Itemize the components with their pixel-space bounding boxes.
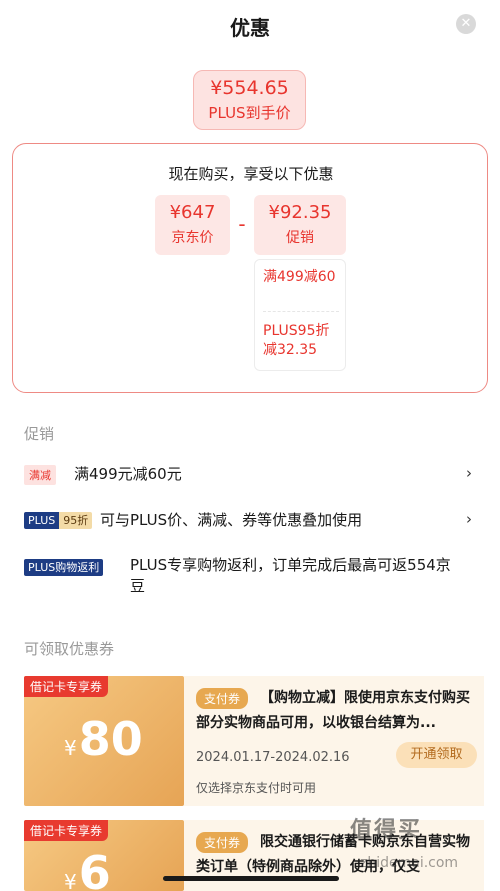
coupon-value: ¥80 xyxy=(64,712,143,766)
debit-card-badge: 借记卡专享券 xyxy=(24,820,109,841)
jd-price-box: ¥647 京东价 xyxy=(155,195,230,255)
final-price-label: PLUS到手价 xyxy=(208,104,291,122)
page-title: 优惠 xyxy=(230,16,270,40)
coupon-card: 借记卡专享券 ¥80 【购物立减】限使用京东支付购买部分实物商品可用，以收银台结… xyxy=(24,676,484,806)
coupon-value: ¥6 xyxy=(64,846,111,891)
breakdown-title: 现在购买，享受以下优惠 xyxy=(168,165,334,183)
jd-price-label: 京东价 xyxy=(171,230,214,246)
plus-rebate-tag: PLUS购物返利 xyxy=(24,559,104,576)
pay-coupon-tag: 支付券 xyxy=(196,832,249,853)
promo-amount: ¥92.35 xyxy=(268,202,332,223)
watermark-url: zhidemai.com xyxy=(360,855,459,871)
chevron-right-icon: › xyxy=(466,464,472,482)
promotions-section-label: 促销 xyxy=(24,425,55,443)
divider xyxy=(263,311,339,312)
coupon-value-panel: 借记卡专享券 ¥80 xyxy=(24,676,184,806)
coupon-value-panel: 借记卡专享券 ¥6 xyxy=(24,820,184,891)
price-breakdown: 现在购买，享受以下优惠 ¥647 京东价 - ¥92.35 促销 满499减60… xyxy=(12,143,488,393)
promo-price-box: ¥92.35 促销 xyxy=(254,195,346,255)
plus-final-price: ¥554.65 PLUS到手价 xyxy=(193,70,306,130)
promo-row-plus-discount[interactable]: PLUS 95折 可与PLUS价、满减、券等优惠叠加使用 › xyxy=(24,508,484,534)
promo-text: 可与PLUS价、满减、券等优惠叠加使用 xyxy=(100,511,363,529)
promo-row-discount[interactable]: 满减 满499元减60元 › xyxy=(24,462,484,488)
coupon-info-panel: 【购物立减】限使用京东支付购买部分实物商品可用，以收银台结算为... 支付券 2… xyxy=(184,676,484,806)
claim-coupon-button[interactable]: 开通领取 xyxy=(396,742,477,768)
header: 优惠 ✕ xyxy=(0,0,500,50)
promo-row-plus-rebate: PLUS购物返利 PLUS专享购物返利，订单完成后最高可返554京豆 xyxy=(24,555,484,601)
promo-detail-item: 满499减60 xyxy=(263,269,336,285)
debit-card-badge: 借记卡专享券 xyxy=(24,676,109,697)
jd-price-amount: ¥647 xyxy=(169,202,216,223)
watermark-logo: 值得买 xyxy=(350,818,423,843)
plus-discount-tag: PLUS 95折 xyxy=(24,512,93,529)
home-indicator[interactable] xyxy=(163,876,339,881)
promo-detail-item: PLUS95折减32.35 xyxy=(263,323,330,358)
coupon-note: 仅选择京东支付时可用 xyxy=(196,781,317,795)
promo-text: PLUS专享购物返利，订单完成后最高可返554京豆 xyxy=(130,556,451,595)
promo-detail-card: 满499减60 PLUS95折减32.35 xyxy=(254,259,346,371)
promo-text: 满499元减60元 xyxy=(74,465,182,483)
close-icon[interactable]: ✕ xyxy=(456,14,476,34)
minus-sign: - xyxy=(238,212,246,236)
discount-tag: 满减 xyxy=(24,465,56,485)
chevron-right-icon: › xyxy=(466,510,472,528)
pay-coupon-tag: 支付券 xyxy=(196,688,249,709)
final-price-amount: ¥554.65 xyxy=(210,77,289,99)
coupons-section-label: 可领取优惠券 xyxy=(24,640,115,658)
promo-label: 促销 xyxy=(286,230,314,246)
coupon-validity: 2024.01.17-2024.02.16 xyxy=(196,750,350,765)
